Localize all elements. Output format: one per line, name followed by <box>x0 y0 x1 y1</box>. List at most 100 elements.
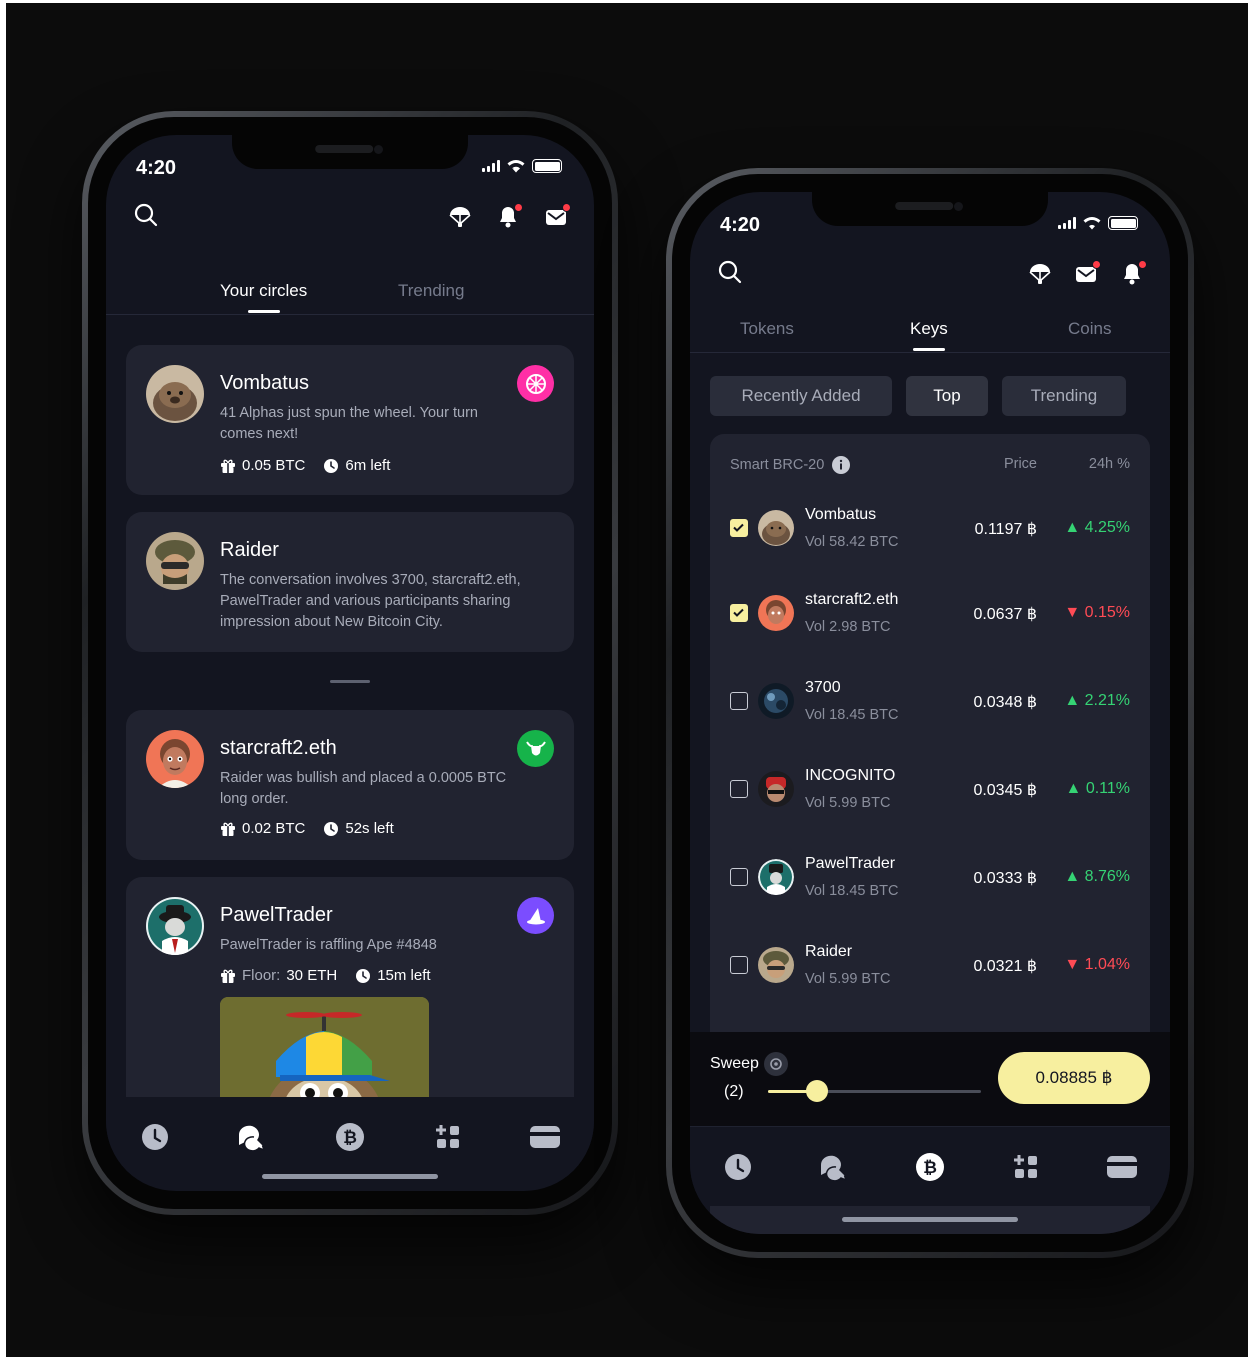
down-arrow-icon: ▼ <box>1064 956 1085 973</box>
row-price: 0.0348 ฿ <box>973 694 1037 711</box>
search-icon[interactable] <box>132 201 160 229</box>
avatar <box>146 532 204 590</box>
header-name-label: Smart BRC-20 <box>730 457 825 473</box>
card-amount: 0.05 BTC <box>242 457 306 474</box>
bell-icon[interactable] <box>1118 260 1147 288</box>
circle-card[interactable]: Vombatus 41 Alphas just spun the wheel. … <box>126 345 574 495</box>
card-time: 15m left <box>377 967 431 984</box>
row-checkbox[interactable] <box>730 604 748 622</box>
avatar <box>758 510 794 546</box>
row-checkbox[interactable] <box>730 956 748 974</box>
filter-trending[interactable]: Trending <box>1002 376 1126 416</box>
right-screen: 4:20 Tokens Keys Coins Recently Added To… <box>690 192 1170 1234</box>
table-row[interactable]: starcraft2.eth Vol 2.98 BTC 0.0637 ฿ ▼ 0… <box>710 570 1150 658</box>
sweep-count: (2) <box>724 1083 744 1100</box>
floor-label: Floor: <box>242 967 281 984</box>
avatar <box>758 683 794 719</box>
table-row[interactable]: Vombatus Vol 58.42 BTC 0.1197 ฿ ▲ 4.25% <box>710 484 1150 572</box>
parachute-icon[interactable] <box>446 203 474 231</box>
row-volume: Vol 18.45 BTC <box>805 883 899 899</box>
row-change: ▲ 4.25% <box>1064 519 1130 537</box>
sweep-slider[interactable] <box>768 1080 981 1102</box>
clock-icon <box>324 458 339 473</box>
status-icons <box>482 159 562 173</box>
table-row[interactable]: INCOGNITO Vol 5.99 BTC 0.0345 ฿ ▲ 0.11% <box>710 746 1150 834</box>
wallet-icon[interactable] <box>528 1120 562 1154</box>
history-icon[interactable] <box>721 1150 755 1184</box>
bottom-nav: ₿ <box>106 1097 594 1177</box>
wallet-icon[interactable] <box>1105 1150 1139 1184</box>
row-price: 0.0637 ฿ <box>973 606 1037 623</box>
card-title: starcraft2.eth <box>220 737 337 759</box>
sweep-buy-label: 0.08885 ฿ <box>1035 1068 1113 1087</box>
home-indicator <box>262 1174 438 1179</box>
mail-icon[interactable] <box>542 203 571 231</box>
bitcoin-icon[interactable]: ₿ <box>333 1120 367 1154</box>
circle-card[interactable]: starcraft2.eth Raider was bullish and pl… <box>126 710 574 860</box>
status-icons <box>1058 216 1138 230</box>
table-row[interactable]: Raider Vol 5.99 BTC 0.0321 ฿ ▼ 1.04% <box>710 922 1150 1010</box>
card-time: 52s left <box>345 820 394 837</box>
apps-icon[interactable] <box>431 1120 465 1154</box>
apps-icon[interactable] <box>1009 1150 1043 1184</box>
signal-icon <box>1058 217 1076 229</box>
left-phone: 4:20 Your circles Trending Vombatus 41 A… <box>82 111 618 1215</box>
row-change: ▲ 2.21% <box>1064 692 1130 710</box>
notch <box>812 192 1048 226</box>
parachute-icon[interactable] <box>1026 260 1054 288</box>
card-text: PawelTrader is raffling Ape #4848 <box>220 937 437 953</box>
search-icon[interactable] <box>716 258 744 286</box>
row-price: 0.0333 ฿ <box>973 870 1037 887</box>
sweep-buy-button[interactable]: 0.08885 ฿ <box>998 1052 1150 1104</box>
mail-icon[interactable] <box>1072 260 1101 288</box>
row-change: ▲ 0.11% <box>1066 780 1130 798</box>
circle-tabs: Your circles Trending <box>106 281 594 315</box>
table-row[interactable]: PawelTrader Vol 18.45 BTC 0.0333 ฿ ▲ 8.7… <box>710 834 1150 922</box>
card-meta: 0.05 BTC 6m left <box>220 457 390 474</box>
left-screen: 4:20 Your circles Trending Vombatus 41 A… <box>106 135 594 1191</box>
info-icon[interactable] <box>832 456 851 474</box>
notch <box>232 135 468 169</box>
settings-icon[interactable] <box>764 1052 788 1076</box>
row-checkbox[interactable] <box>730 519 748 537</box>
row-volume: Vol 18.45 BTC <box>805 707 899 723</box>
svg-text:₿: ₿ <box>343 1128 357 1148</box>
row-name: 3700 <box>805 679 841 696</box>
tab-trending[interactable]: Trending <box>398 281 464 301</box>
clock-icon <box>324 821 339 836</box>
row-checkbox[interactable] <box>730 868 748 886</box>
card-title: PawelTrader <box>220 904 333 926</box>
chat-icon[interactable] <box>235 1120 269 1154</box>
bitcoin-icon[interactable]: ₿ <box>913 1150 947 1184</box>
filter-recently-added[interactable]: Recently Added <box>710 376 892 416</box>
bell-icon[interactable] <box>494 203 523 231</box>
tab-keys[interactable]: Keys <box>910 319 948 339</box>
tab-your-circles[interactable]: Your circles <box>220 281 307 301</box>
row-change: ▼ 1.04% <box>1064 956 1130 974</box>
sweep-slider-thumb[interactable] <box>805 1080 828 1102</box>
row-checkbox[interactable] <box>730 780 748 798</box>
row-volume: Vol 5.99 BTC <box>805 971 891 987</box>
gift-icon <box>221 459 235 473</box>
market-tabs: Tokens Keys Coins <box>690 319 1170 353</box>
row-volume: Vol 5.99 BTC <box>805 795 891 811</box>
tab-coins[interactable]: Coins <box>1068 319 1111 339</box>
circle-card[interactable]: Raider The conversation involves 3700, s… <box>126 512 574 652</box>
up-arrow-icon: ▲ <box>1064 692 1085 709</box>
card-amount: 0.02 BTC <box>242 820 306 837</box>
collapse-handle[interactable] <box>330 680 370 683</box>
tab-tokens[interactable]: Tokens <box>740 319 794 339</box>
right-phone: 4:20 Tokens Keys Coins Recently Added To… <box>666 168 1194 1258</box>
header-change: 24h % <box>1088 456 1130 472</box>
history-icon[interactable] <box>138 1120 172 1154</box>
avatar <box>146 730 204 788</box>
signal-icon <box>482 160 500 172</box>
card-title: Raider <box>220 539 279 561</box>
table-row[interactable]: 3700 Vol 18.45 BTC 0.0348 ฿ ▲ 2.21% <box>710 658 1150 746</box>
header-name: Smart BRC-20 <box>730 456 851 474</box>
row-checkbox[interactable] <box>730 692 748 710</box>
row-change-value: 2.21% <box>1084 692 1130 709</box>
filter-top[interactable]: Top <box>906 376 988 416</box>
row-change-value: 4.25% <box>1084 519 1130 536</box>
chat-icon[interactable] <box>817 1150 851 1184</box>
